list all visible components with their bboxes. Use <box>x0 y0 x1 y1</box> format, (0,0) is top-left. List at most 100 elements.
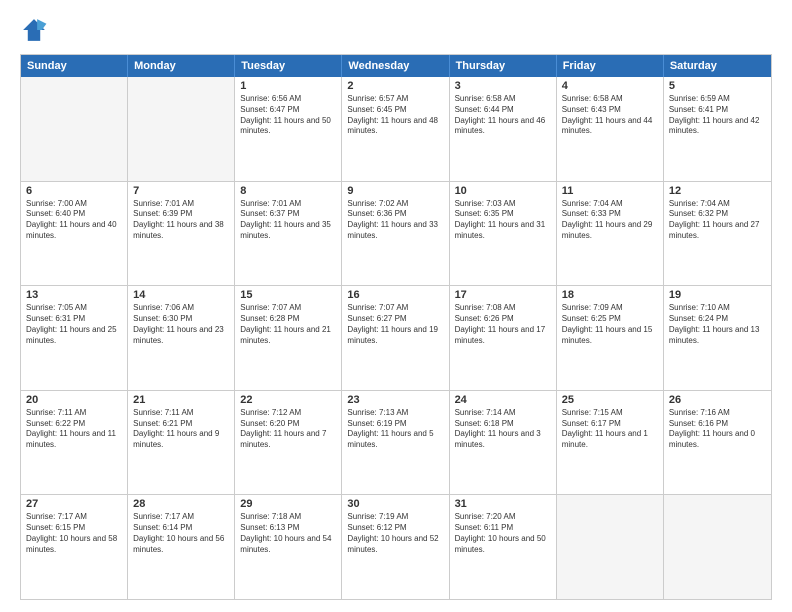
calendar-row-2: 13 Sunrise: 7:05 AM Sunset: 6:31 PM Dayli… <box>21 286 771 391</box>
calendar-cell: 12 Sunrise: 7:04 AM Sunset: 6:32 PM Dayli… <box>664 182 771 286</box>
calendar-cell <box>664 495 771 599</box>
day-number: 19 <box>669 289 766 301</box>
calendar-cell: 22 Sunrise: 7:12 AM Sunset: 6:20 PM Dayli… <box>235 391 342 495</box>
day-info: Sunrise: 6:59 AM Sunset: 6:41 PM Dayligh… <box>669 94 766 137</box>
day-info: Sunrise: 7:06 AM Sunset: 6:30 PM Dayligh… <box>133 303 229 346</box>
day-number: 26 <box>669 394 766 406</box>
calendar-cell: 2 Sunrise: 6:57 AM Sunset: 6:45 PM Daylig… <box>342 77 449 181</box>
calendar-cell: 9 Sunrise: 7:02 AM Sunset: 6:36 PM Daylig… <box>342 182 449 286</box>
day-info: Sunrise: 6:58 AM Sunset: 6:43 PM Dayligh… <box>562 94 658 137</box>
calendar-body: 1 Sunrise: 6:56 AM Sunset: 6:47 PM Daylig… <box>21 77 771 599</box>
day-info: Sunrise: 7:04 AM Sunset: 6:33 PM Dayligh… <box>562 199 658 242</box>
calendar-cell: 24Sunrise: 7:14 AM Sunset: 6:18 PM Dayli… <box>450 391 557 495</box>
day-number: 20 <box>26 394 122 406</box>
day-number: 21 <box>133 394 229 406</box>
day-number: 5 <box>669 80 766 92</box>
day-info: Sunrise: 7:20 AM Sunset: 6:11 PM Dayligh… <box>455 512 551 555</box>
calendar-cell: 19 Sunrise: 7:10 AM Sunset: 6:24 PM Dayli… <box>664 286 771 390</box>
calendar-cell: 10 Sunrise: 7:03 AM Sunset: 6:35 PM Dayli… <box>450 182 557 286</box>
calendar-cell: 31 Sunrise: 7:20 AM Sunset: 6:11 PM Dayli… <box>450 495 557 599</box>
calendar-cell <box>557 495 664 599</box>
day-number: 18 <box>562 289 658 301</box>
day-info: Sunrise: 7:15 AM Sunset: 6:17 PM Dayligh… <box>562 408 658 451</box>
calendar-cell <box>128 77 235 181</box>
calendar-row-4: 27 Sunrise: 7:17 AM Sunset: 6:15 PM Dayli… <box>21 495 771 599</box>
day-number: 29 <box>240 498 336 510</box>
day-number: 30 <box>347 498 443 510</box>
calendar-cell: 28Sunrise: 7:17 AM Sunset: 6:14 PM Dayli… <box>128 495 235 599</box>
day-info: Sunrise: 7:16 AM Sunset: 6:16 PM Dayligh… <box>669 408 766 451</box>
day-number: 31 <box>455 498 551 510</box>
day-number: 7 <box>133 185 229 197</box>
day-info: Sunrise: 7:02 AM Sunset: 6:36 PM Dayligh… <box>347 199 443 242</box>
calendar-cell: 26 Sunrise: 7:16 AM Sunset: 6:16 PM Dayli… <box>664 391 771 495</box>
day-info: Sunrise: 7:05 AM Sunset: 6:31 PM Dayligh… <box>26 303 122 346</box>
day-number: 28 <box>133 498 229 510</box>
day-number: 12 <box>669 185 766 197</box>
day-info: Sunrise: 7:07 AM Sunset: 6:27 PM Dayligh… <box>347 303 443 346</box>
calendar-cell: 20 Sunrise: 7:11 AM Sunset: 6:22 PM Dayli… <box>21 391 128 495</box>
day-number: 17 <box>455 289 551 301</box>
day-info: Sunrise: 7:12 AM Sunset: 6:20 PM Dayligh… <box>240 408 336 451</box>
calendar-cell: 14 Sunrise: 7:06 AM Sunset: 6:30 PM Dayli… <box>128 286 235 390</box>
weekday-header-monday: Monday <box>128 55 235 77</box>
day-number: 6 <box>26 185 122 197</box>
weekday-header-sunday: Sunday <box>21 55 128 77</box>
day-info: Sunrise: 7:17 AM Sunset: 6:15 PM Dayligh… <box>26 512 122 555</box>
day-number: 16 <box>347 289 443 301</box>
calendar-cell: 25 Sunrise: 7:15 AM Sunset: 6:17 PM Dayli… <box>557 391 664 495</box>
day-info: Sunrise: 7:00 AM Sunset: 6:40 PM Dayligh… <box>26 199 122 242</box>
calendar-cell: 23 Sunrise: 7:13 AM Sunset: 6:19 PM Dayli… <box>342 391 449 495</box>
calendar-row-3: 20 Sunrise: 7:11 AM Sunset: 6:22 PM Dayli… <box>21 391 771 496</box>
day-info: Sunrise: 6:56 AM Sunset: 6:47 PM Dayligh… <box>240 94 336 137</box>
day-number: 23 <box>347 394 443 406</box>
calendar-cell: 11 Sunrise: 7:04 AM Sunset: 6:33 PM Dayli… <box>557 182 664 286</box>
day-info: Sunrise: 7:09 AM Sunset: 6:25 PM Dayligh… <box>562 303 658 346</box>
day-info: Sunrise: 7:13 AM Sunset: 6:19 PM Dayligh… <box>347 408 443 451</box>
logo <box>20 16 52 44</box>
calendar-cell: 16 Sunrise: 7:07 AM Sunset: 6:27 PM Dayli… <box>342 286 449 390</box>
calendar-cell: 1 Sunrise: 6:56 AM Sunset: 6:47 PM Daylig… <box>235 77 342 181</box>
calendar-cell: 7 Sunrise: 7:01 AM Sunset: 6:39 PM Daylig… <box>128 182 235 286</box>
day-number: 11 <box>562 185 658 197</box>
day-number: 25 <box>562 394 658 406</box>
day-info: Sunrise: 6:58 AM Sunset: 6:44 PM Dayligh… <box>455 94 551 137</box>
weekday-header-saturday: Saturday <box>664 55 771 77</box>
day-number: 10 <box>455 185 551 197</box>
day-info: Sunrise: 7:03 AM Sunset: 6:35 PM Dayligh… <box>455 199 551 242</box>
day-number: 13 <box>26 289 122 301</box>
day-info: Sunrise: 7:11 AM Sunset: 6:22 PM Dayligh… <box>26 408 122 451</box>
day-info: Sunrise: 7:11 AM Sunset: 6:21 PM Dayligh… <box>133 408 229 451</box>
day-number: 2 <box>347 80 443 92</box>
day-info: Sunrise: 7:07 AM Sunset: 6:28 PM Dayligh… <box>240 303 336 346</box>
calendar-cell: 5 Sunrise: 6:59 AM Sunset: 6:41 PM Daylig… <box>664 77 771 181</box>
calendar-cell: 13 Sunrise: 7:05 AM Sunset: 6:31 PM Dayli… <box>21 286 128 390</box>
calendar-cell: 3 Sunrise: 6:58 AM Sunset: 6:44 PM Daylig… <box>450 77 557 181</box>
day-info: Sunrise: 7:10 AM Sunset: 6:24 PM Dayligh… <box>669 303 766 346</box>
logo-icon <box>20 16 48 44</box>
day-number: 9 <box>347 185 443 197</box>
day-info: Sunrise: 7:04 AM Sunset: 6:32 PM Dayligh… <box>669 199 766 242</box>
day-info: Sunrise: 7:01 AM Sunset: 6:37 PM Dayligh… <box>240 199 336 242</box>
day-number: 14 <box>133 289 229 301</box>
day-number: 22 <box>240 394 336 406</box>
day-info: Sunrise: 6:57 AM Sunset: 6:45 PM Dayligh… <box>347 94 443 137</box>
calendar-cell: 29 Sunrise: 7:18 AM Sunset: 6:13 PM Dayli… <box>235 495 342 599</box>
day-info: Sunrise: 7:19 AM Sunset: 6:12 PM Dayligh… <box>347 512 443 555</box>
day-number: 1 <box>240 80 336 92</box>
calendar-cell: 6 Sunrise: 7:00 AM Sunset: 6:40 PM Daylig… <box>21 182 128 286</box>
day-info: Sunrise: 7:18 AM Sunset: 6:13 PM Dayligh… <box>240 512 336 555</box>
calendar-row-1: 6 Sunrise: 7:00 AM Sunset: 6:40 PM Daylig… <box>21 182 771 287</box>
calendar-cell <box>21 77 128 181</box>
day-number: 3 <box>455 80 551 92</box>
calendar-cell: 4Sunrise: 6:58 AM Sunset: 6:43 PM Daylig… <box>557 77 664 181</box>
day-info: Sunrise: 7:14 AM Sunset: 6:18 PM Dayligh… <box>455 408 551 451</box>
weekday-header-thursday: Thursday <box>450 55 557 77</box>
calendar-row-0: 1 Sunrise: 6:56 AM Sunset: 6:47 PM Daylig… <box>21 77 771 182</box>
day-info: Sunrise: 7:01 AM Sunset: 6:39 PM Dayligh… <box>133 199 229 242</box>
day-number: 8 <box>240 185 336 197</box>
day-number: 27 <box>26 498 122 510</box>
header <box>20 16 772 44</box>
weekday-header-tuesday: Tuesday <box>235 55 342 77</box>
day-number: 15 <box>240 289 336 301</box>
